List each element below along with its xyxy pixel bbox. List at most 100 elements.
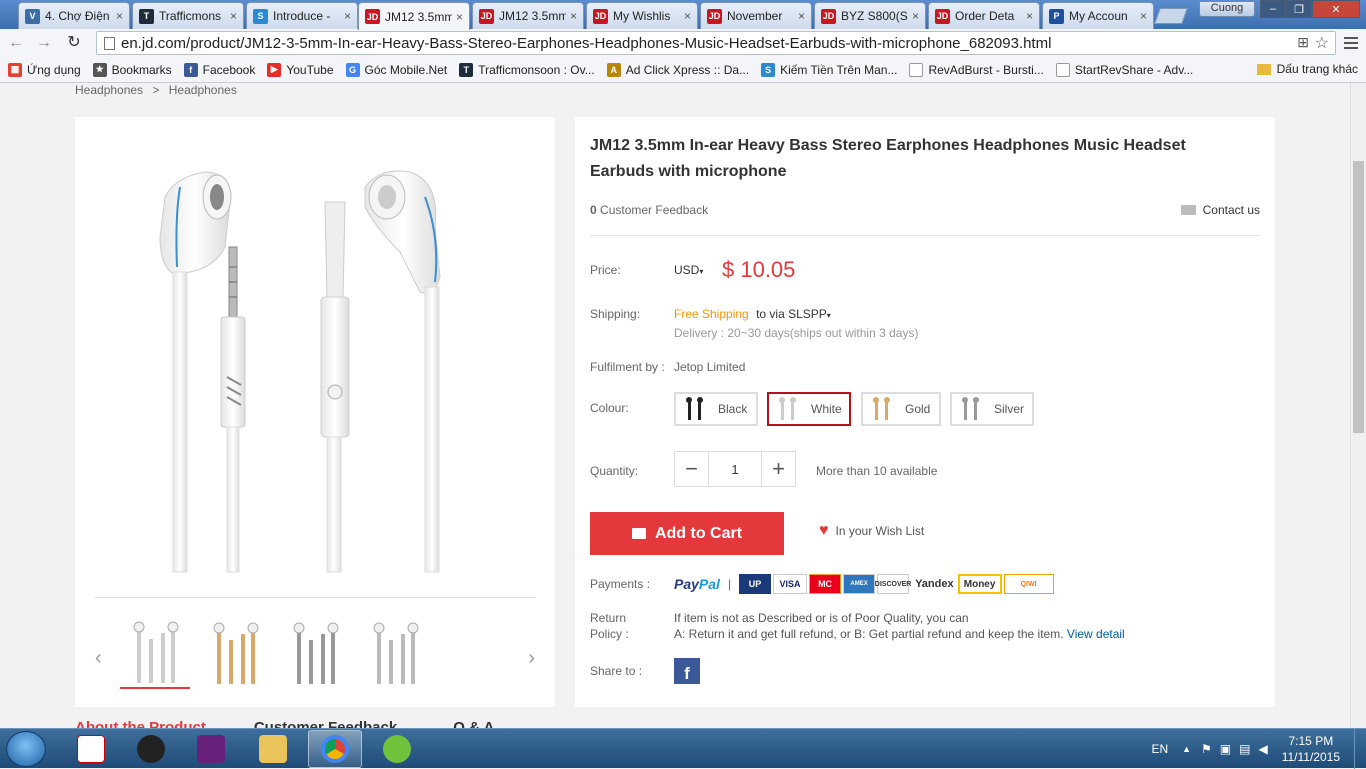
bookmark-item[interactable]: ▶ YouTube [267,62,334,77]
taskbar-app-unikey[interactable] [64,730,118,768]
menu-icon[interactable] [1344,35,1358,51]
bookmark-item[interactable]: T Trafficmonsoon : Ov... [459,62,595,77]
tab-about-product[interactable]: About the Product [75,719,206,728]
browser-tab[interactable]: T Trafficmons × [132,2,244,29]
tab-favicon-icon: P [1049,8,1064,24]
start-button[interactable] [6,731,46,767]
browser-tab[interactable]: JD My Wishlis × [586,2,698,29]
colour-option-gold[interactable]: Gold [861,392,941,426]
show-desktop-button[interactable] [1354,729,1366,769]
reload-icon[interactable]: ↻ [64,33,84,53]
tab-close-icon[interactable]: × [456,10,463,24]
tab-close-icon[interactable]: × [116,9,123,23]
tab-close-icon[interactable]: × [344,9,351,23]
tab-favicon-icon: JD [935,8,950,24]
clock[interactable]: 7:15 PM 11/11/2015 [1282,733,1340,765]
colour-swatch-icon [775,396,801,422]
browser-tab[interactable]: JD Order Deta × [928,2,1040,29]
view-detail-link[interactable]: View detail [1067,627,1125,641]
profile-button[interactable]: Cuong [1199,1,1255,17]
tab-close-icon[interactable]: × [798,9,805,23]
envelope-icon [1180,205,1196,215]
tab-close-icon[interactable]: × [230,9,237,23]
chevron-right-icon[interactable]: › [528,647,535,670]
bookmark-label: Góc Mobile.Net [364,62,448,77]
close-window-button[interactable]: ✕ [1312,0,1360,18]
language-indicator[interactable]: EN [1151,742,1168,756]
paypal-logo: PayPal [674,576,720,592]
currency-selector[interactable]: USD▾ [674,263,703,277]
tab-close-icon[interactable]: × [912,9,919,23]
colour-option-silver[interactable]: Silver [950,392,1034,426]
browser-tab[interactable]: JD November × [700,2,812,29]
gallery-thumbnail[interactable] [360,617,430,689]
contact-us-link[interactable]: Contact us [1180,203,1260,217]
tab-customer-feedback[interactable]: Customer Feedback [254,719,397,728]
tab-favicon-icon: JD [821,8,836,24]
wish-list-button[interactable]: ♥ In your Wish List [819,522,924,540]
colour-option-white[interactable]: White [767,392,851,426]
other-bookmarks[interactable]: Dấu trang khác [1256,62,1358,76]
browser-tab[interactable]: JD BYZ S800(S × [814,2,926,29]
browser-tab[interactable]: V 4. Chợ Điện × [18,2,130,29]
customer-feedback-link[interactable]: 0 Customer Feedback [590,203,708,217]
address-bar[interactable]: en.jd.com/product/JM12-3-5mm-In-ear-Heav… [96,31,1336,55]
bookmark-item[interactable]: G Góc Mobile.Net [345,62,448,77]
gallery-thumbnail[interactable] [120,617,190,689]
device-icon[interactable]: ▣ [1220,742,1231,756]
volume-icon[interactable]: ◀ [1258,742,1267,756]
product-main-image[interactable] [135,157,475,587]
increase-button[interactable]: + [762,452,795,486]
tray-expand-icon[interactable]: ▲ [1182,744,1191,754]
tab-close-icon[interactable]: × [1140,9,1147,23]
forward-icon[interactable]: → [34,33,54,53]
bookmark-item[interactable]: ▦ Ứng dụng [8,62,81,77]
tab-close-icon[interactable]: × [684,9,691,23]
colour-option-label: Gold [905,402,931,416]
taskbar-app-garena[interactable] [124,730,178,768]
bookmark-item[interactable]: f Facebook [183,62,255,77]
colour-swatch-icon [958,396,984,422]
taskbar-app-visual-studio[interactable] [184,730,238,768]
translate-icon[interactable]: ⊞ [1297,34,1309,51]
tab-title: My Wishlis [613,9,671,23]
page-scrollbar[interactable] [1350,83,1366,728]
network-icon[interactable]: ▤ [1239,742,1250,756]
browser-tab[interactable]: JD JM12 3.5mm × [472,2,584,29]
tab-q-and-a[interactable]: Q & A [453,719,494,728]
shipping-method[interactable]: Free Shipping to via SLSPP▾ [674,307,831,321]
tab-close-icon[interactable]: × [1026,9,1033,23]
taskbar-app-explorer[interactable] [246,730,300,768]
bookmark-item[interactable]: A Ad Click Xpress :: Da... [606,62,749,77]
flag-icon[interactable]: ⚑ [1201,742,1212,756]
minimize-button[interactable]: – [1260,0,1286,18]
taskbar-app-chrome[interactable] [308,730,362,768]
bookmark-item[interactable]: RevAdBurst - Bursti... [909,62,1044,77]
return-label: Return [590,611,627,625]
bookmark-item[interactable]: S Kiếm Tiền Trên Man... [761,62,897,77]
new-tab-button[interactable] [1154,8,1188,24]
breadcrumb: Headphones > Headphones [75,83,237,97]
gallery-thumbnail[interactable] [280,617,350,689]
breadcrumb-link[interactable]: Headphones [169,83,237,97]
bookmark-item[interactable]: StartRevShare - Adv... [1055,62,1193,77]
star-icon[interactable]: ☆ [1315,33,1329,53]
browser-tab[interactable]: S Introduce - × [246,2,358,29]
breadcrumb-link[interactable]: Headphones [75,83,143,97]
taskbar-app-coc-coc[interactable] [370,730,424,768]
windows-taskbar: EN ▲ ⚑ ▣ ▤ ◀ 7:15 PM 11/11/2015 [0,728,1366,769]
scrollbar-thumb[interactable] [1353,161,1364,433]
maximize-button[interactable]: ❐ [1286,0,1312,18]
tab-close-icon[interactable]: × [570,9,577,23]
add-to-cart-button[interactable]: Add to Cart [590,512,784,555]
bookmark-item[interactable]: ★ Bookmarks [92,62,172,77]
gallery-thumbnail[interactable] [200,617,270,689]
facebook-share-icon[interactable]: f [674,658,700,684]
chevron-left-icon[interactable]: ‹ [95,647,102,670]
browser-tab[interactable]: P My Accoun × [1042,2,1154,29]
colour-option-black[interactable]: Black [674,392,758,426]
quantity-input[interactable]: 1 [708,452,762,486]
decrease-button[interactable]: − [675,452,708,486]
back-icon[interactable]: ← [6,33,26,53]
browser-tab[interactable]: JD JM12 3.5mm × [358,2,470,30]
